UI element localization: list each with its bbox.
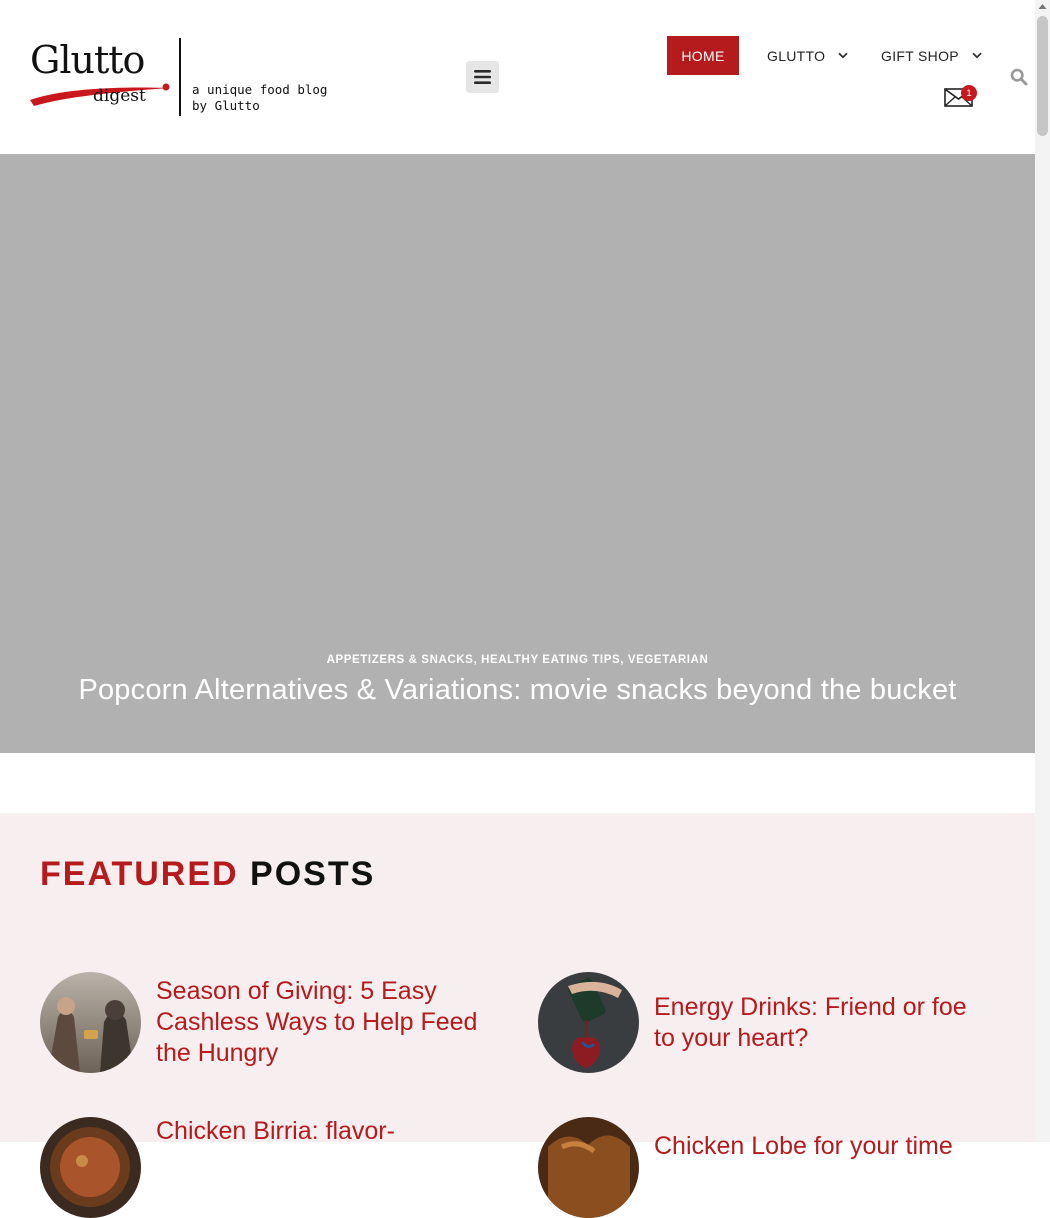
category-link[interactable]: HEALTHY EATING TIPS [481,654,620,666]
post-title-link[interactable]: Chicken Birria: flavor- [156,1116,491,1147]
featured-post[interactable]: Chicken Lobe for your time [538,1117,994,1218]
nav-home[interactable]: HOME [667,36,739,75]
scroll-up-arrow-icon[interactable] [1038,3,1047,10]
post-title-link[interactable]: Chicken Lobe for your time [654,1131,994,1162]
notification-badge: 1 [961,85,977,101]
tagline-line-1: a unique food blog [192,82,328,97]
nav-gift-shop[interactable]: GIFT SHOP [881,36,982,75]
featured-post[interactable]: Energy Drinks: Friend or foe to your hea… [538,972,994,1073]
post-thumbnail[interactable] [538,972,639,1073]
tagline-line-2: by Glutto [192,98,260,113]
hamburger-icon [474,70,491,84]
hero-post-title[interactable]: Popcorn Alternatives & Variations: movie… [0,674,1035,707]
post-thumbnail[interactable] [538,1117,639,1218]
hero-categories: APPETIZERS & SNACKS, HEALTHY EATING TIPS… [326,654,709,666]
hero-banner[interactable]: APPETIZERS & SNACKS, HEALTHY EATING TIPS… [0,154,1035,753]
chevron-down-icon [838,52,848,59]
featured-post[interactable]: Season of Giving: 5 Easy Cashless Ways t… [40,972,491,1073]
featured-post[interactable]: Chicken Birria: flavor- [40,1117,491,1218]
chevron-down-icon [972,52,982,59]
post-thumbnail[interactable] [40,1117,141,1218]
logo-tagline: a unique food blog by Glutto [192,82,327,114]
category-link[interactable]: APPETIZERS & SNACKS [327,654,474,666]
nav-glutto[interactable]: GLUTTO [767,36,848,75]
heading-accent: FEATURED [40,855,239,893]
section-heading: FEATURED POSTS [40,855,375,894]
logo-divider [179,38,181,116]
site-logo[interactable]: Glutto digest a unique food blog by Glut… [28,36,328,120]
category-link[interactable]: VEGETARIAN [628,654,709,666]
nav-gift-shop-label: GIFT SHOP [881,47,959,64]
search-icon [1010,68,1028,86]
logo-wordmark: Glutto [30,38,145,82]
menu-toggle-button[interactable] [466,61,499,93]
scrollbar-thumb[interactable] [1037,16,1048,136]
post-title-link[interactable]: Energy Drinks: Friend or foe to your hea… [654,992,994,1054]
post-thumbnail[interactable] [40,972,141,1073]
logo-subword: digest [93,86,146,106]
heading-main: POSTS [250,855,376,893]
featured-posts-section: FEATURED POSTS Season of Giving: 5 Easy … [0,813,1035,1218]
site-header: Glutto digest a unique food blog by Glut… [0,0,1035,154]
page-scrollbar[interactable] [1035,0,1050,1142]
nav-glutto-label: GLUTTO [767,47,826,64]
post-title-link[interactable]: Season of Giving: 5 Easy Cashless Ways t… [156,976,491,1069]
search-button[interactable] [1010,68,1028,86]
nav-home-label: HOME [681,47,725,64]
